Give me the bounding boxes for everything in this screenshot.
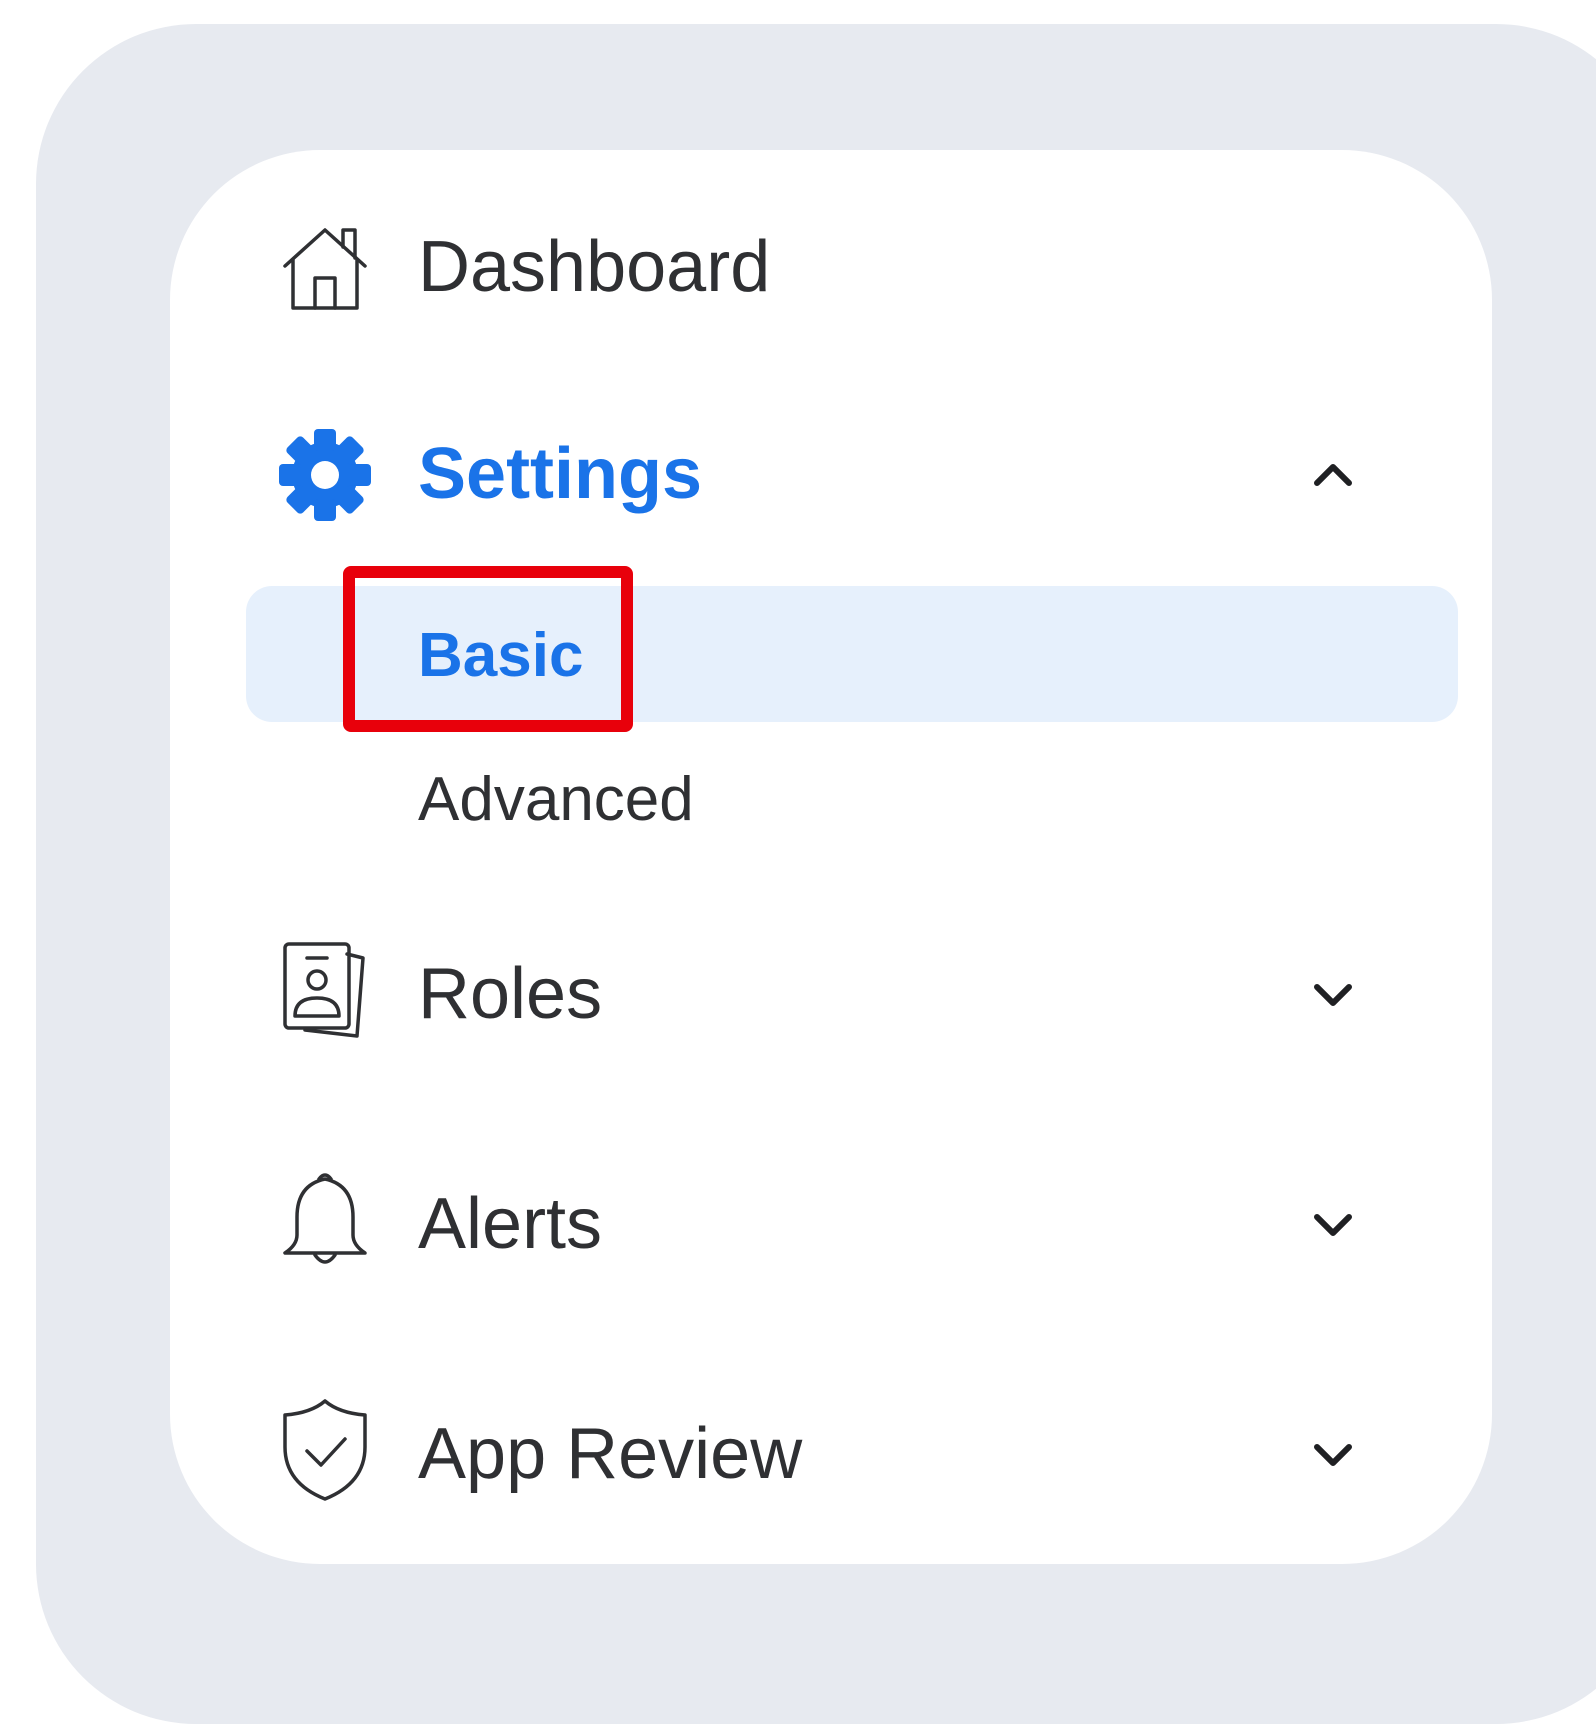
sidebar-item-app-review[interactable]: App Review <box>170 1375 1492 1535</box>
sidebar-item-label: Settings <box>418 434 703 514</box>
sidebar-subitem-label: Basic <box>418 621 584 690</box>
id-badge-icon <box>275 935 375 1045</box>
sidebar-subitem-advanced[interactable]: Advanced <box>246 730 1458 866</box>
sidebar-item-label: App Review <box>418 1414 803 1494</box>
bell-icon <box>275 1165 375 1275</box>
sidebar-item-alerts[interactable]: Alerts <box>170 1145 1492 1305</box>
sidebar-nav-card: Dashboard Settings Basic Advanced Roles … <box>170 150 1492 1564</box>
chevron-down-icon[interactable] <box>1305 967 1361 1023</box>
chevron-up-icon[interactable] <box>1305 447 1361 503</box>
sidebar-item-label: Dashboard <box>418 227 771 307</box>
sidebar-item-label: Roles <box>418 954 603 1034</box>
house-icon <box>275 213 375 323</box>
chevron-down-icon[interactable] <box>1305 1197 1361 1253</box>
sidebar-item-settings[interactable]: Settings <box>170 395 1492 555</box>
shield-check-icon <box>275 1395 375 1505</box>
sidebar-item-label: Alerts <box>418 1184 603 1264</box>
sidebar-subitem-basic[interactable]: Basic <box>246 586 1458 722</box>
sidebar-item-dashboard[interactable]: Dashboard <box>170 188 1492 348</box>
sidebar-subitem-label: Advanced <box>418 765 694 834</box>
chevron-down-icon[interactable] <box>1305 1427 1361 1483</box>
gear-icon <box>275 420 375 530</box>
sidebar-item-roles[interactable]: Roles <box>170 915 1492 1075</box>
